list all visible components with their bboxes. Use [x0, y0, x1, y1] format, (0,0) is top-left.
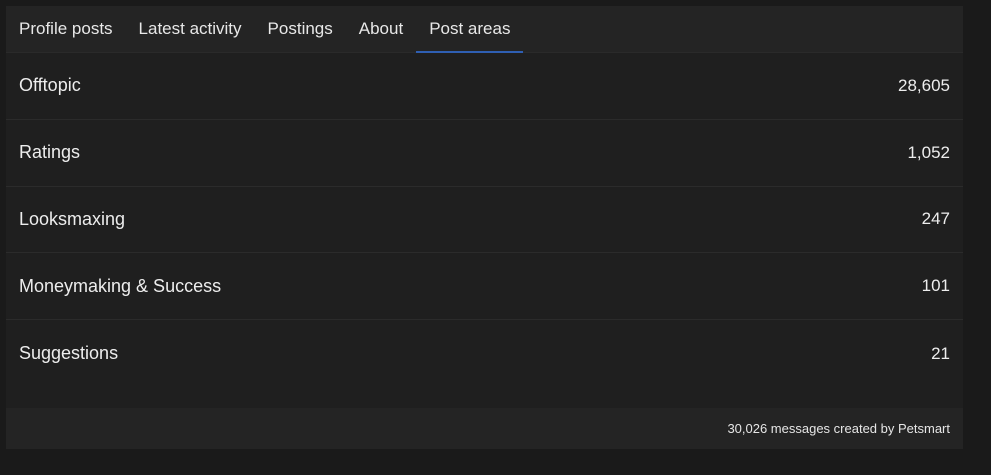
tab-latest-activity[interactable]: Latest activity [126, 6, 255, 52]
post-area-name: Moneymaking & Success [19, 275, 222, 296]
post-area-name: Ratings [19, 142, 81, 163]
list-item[interactable]: Moneymaking & Success 101 [6, 253, 963, 321]
post-area-name: Looksmaxing [19, 208, 126, 229]
post-area-name: Suggestions [19, 343, 119, 364]
list-item[interactable]: Looksmaxing 247 [6, 187, 963, 254]
post-area-count: 28,605 [898, 75, 950, 95]
list-item[interactable]: Offtopic 28,605 [6, 53, 963, 120]
post-areas-list: Offtopic 28,605 Ratings 1,052 Looksmaxin… [6, 53, 963, 387]
messages-summary: 30,026 messages created by Petsmart [727, 421, 950, 436]
post-area-count: 21 [931, 343, 950, 363]
tab-about[interactable]: About [346, 6, 416, 52]
list-item[interactable]: Suggestions 21 [6, 320, 963, 387]
list-item[interactable]: Ratings 1,052 [6, 120, 963, 187]
tab-profile-posts[interactable]: Profile posts [6, 6, 126, 52]
profile-tabs: Profile posts Latest activity Postings A… [6, 6, 963, 53]
profile-panel: Profile posts Latest activity Postings A… [6, 6, 963, 449]
tab-postings[interactable]: Postings [255, 6, 346, 52]
post-area-count: 1,052 [907, 142, 950, 162]
post-area-name: Offtopic [19, 75, 81, 96]
messages-summary-footer: 30,026 messages created by Petsmart [6, 408, 963, 449]
post-area-count: 247 [921, 209, 950, 229]
tab-post-areas[interactable]: Post areas [416, 6, 524, 53]
post-area-count: 101 [921, 276, 950, 296]
